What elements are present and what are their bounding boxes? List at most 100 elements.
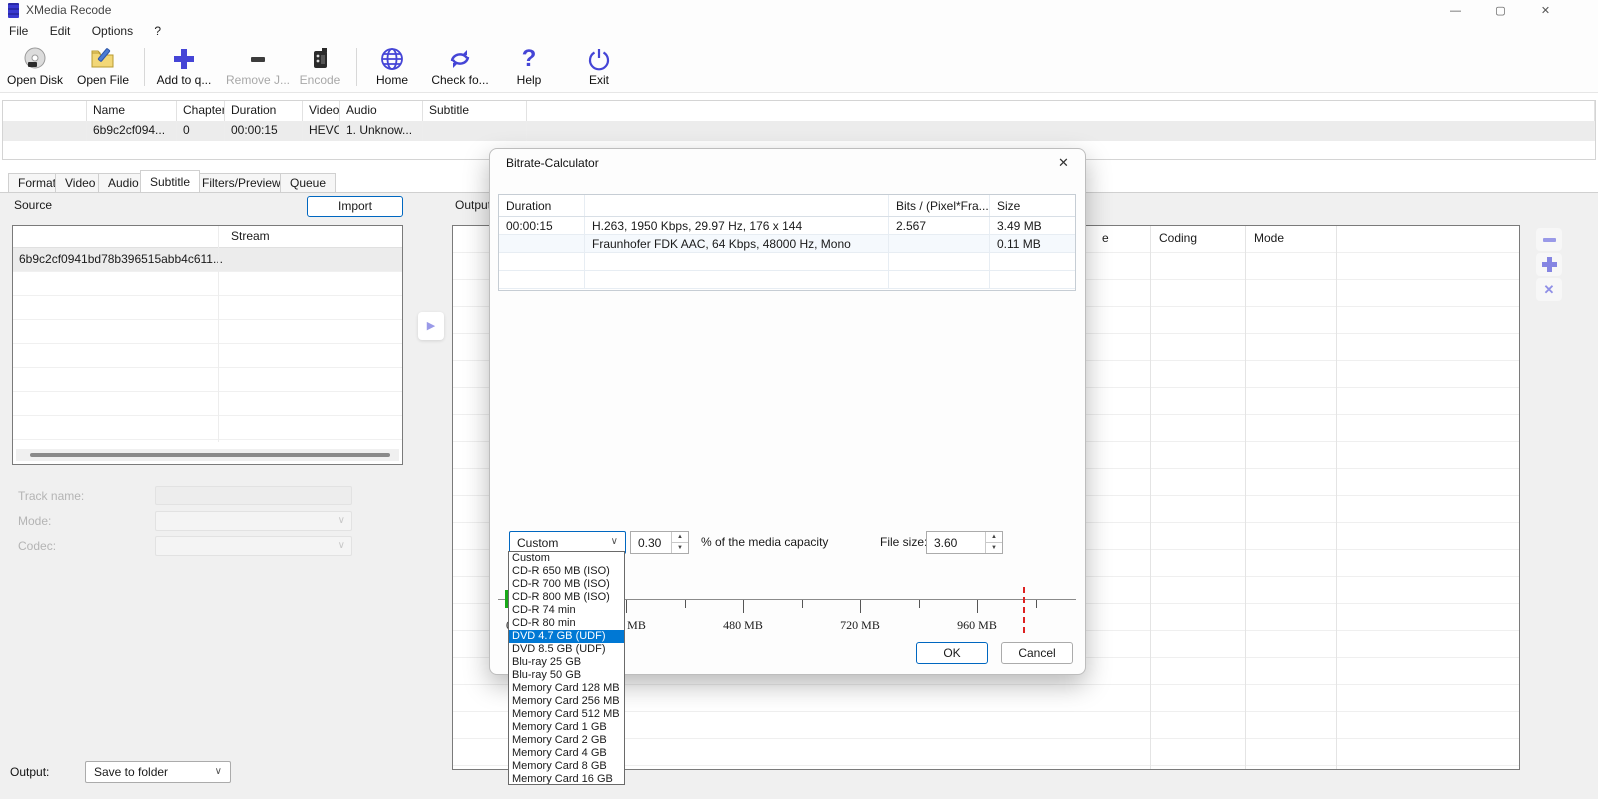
tab-queue[interactable]: Queue (280, 173, 336, 192)
audio-stream-row: Fraunhofer FDK AAC, 64 Kbps, 48000 Hz, M… (499, 235, 1075, 253)
percent-spinner[interactable]: 0.30 ▲ ▼ (630, 531, 689, 554)
mode-label: Mode: (18, 514, 51, 528)
minus-icon (1543, 238, 1556, 242)
home-button[interactable]: Home (368, 45, 416, 91)
job-row[interactable]: 6b9c2cf094... 0 00:00:15 HEVC... 1. Unkn… (3, 121, 1595, 141)
scrollbar-thumb[interactable] (30, 453, 390, 457)
option-cdr-74min[interactable]: CD-R 74 min (509, 604, 624, 617)
add-to-queue-button[interactable]: Add to q... (150, 45, 218, 91)
option-mc-8gb[interactable]: Memory Card 8 GB (509, 760, 624, 773)
open-file-button[interactable]: Open File (72, 45, 134, 91)
open-disk-button[interactable]: Open Disk (4, 45, 66, 91)
toolbar-separator (144, 48, 145, 86)
horizontal-scrollbar[interactable] (16, 449, 399, 461)
option-dvd-47[interactable]: DVD 4.7 GB (UDF) (509, 630, 624, 643)
cell-name: 6b9c2cf094... (87, 121, 177, 141)
option-cdr-650[interactable]: CD-R 650 MB (ISO) (509, 565, 624, 578)
stream-row[interactable]: 6b9c2cf0941bd78b396515abb4c611... (13, 248, 402, 272)
check-updates-button[interactable]: Check fo... (424, 45, 496, 91)
track-name-label: Track name: (18, 489, 84, 503)
column-duration[interactable]: Duration (225, 101, 303, 121)
option-custom[interactable]: Custom (509, 552, 624, 565)
tab-subtitle[interactable]: Subtitle (140, 170, 200, 192)
plus-icon (150, 45, 218, 73)
column-subtitle[interactable]: Subtitle (423, 101, 527, 121)
cell-chapters: 0 (177, 121, 225, 141)
column-blank (3, 101, 87, 121)
option-mc-128[interactable]: Memory Card 128 MB (509, 682, 624, 695)
dialog-close-icon[interactable]: ✕ (1058, 155, 1069, 171)
maximize-icon[interactable]: ▢ (1478, 0, 1523, 22)
add-stream-side-button[interactable] (1536, 253, 1562, 276)
column-language-partial[interactable]: e (1102, 231, 1109, 245)
option-mc-256[interactable]: Memory Card 256 MB (509, 695, 624, 708)
window-title: XMedia Recode (26, 3, 111, 17)
option-cdr-700[interactable]: CD-R 700 MB (ISO) (509, 578, 624, 591)
save-mode-value: Save to folder (94, 765, 168, 779)
import-button[interactable]: Import (307, 196, 403, 217)
source-table-header: Stream (13, 226, 402, 248)
spin-up-icon[interactable]: ▲ (672, 532, 688, 543)
minus-icon (222, 45, 294, 73)
media-capacity-dropdown: Custom CD-R 650 MB (ISO) CD-R 700 MB (IS… (508, 551, 625, 785)
spin-down-icon[interactable]: ▼ (986, 543, 1002, 553)
toolbar-separator (356, 48, 357, 86)
cancel-button[interactable]: Cancel (1001, 642, 1073, 664)
ok-button[interactable]: OK (916, 642, 988, 664)
file-size-spinner[interactable]: 3.60 ▲ ▼ (926, 531, 1003, 554)
output-destination-label: Output: (10, 765, 49, 779)
help-button[interactable]: ? Help (508, 45, 550, 91)
chevron-down-icon: ∨ (338, 515, 345, 526)
question-mark-icon: ? (508, 45, 550, 73)
save-mode-select[interactable]: Save to folder ∨ (85, 761, 231, 783)
column-chapters[interactable]: Chapters (177, 101, 225, 121)
column-name[interactable]: Name (87, 101, 177, 121)
column-divider (218, 226, 219, 442)
output-panel-label: Output (455, 198, 491, 212)
add-stream-button[interactable]: ▶ (418, 312, 444, 340)
option-bluray-25[interactable]: Blu-ray 25 GB (509, 656, 624, 669)
spin-up-icon[interactable]: ▲ (986, 532, 1002, 543)
clear-streams-button[interactable]: ✕ (1536, 278, 1562, 301)
option-mc-4gb[interactable]: Memory Card 4 GB (509, 747, 624, 760)
tick-label-480: 480 MB (723, 618, 763, 633)
option-mc-512[interactable]: Memory Card 512 MB (509, 708, 624, 721)
menu-file[interactable]: File (0, 22, 37, 40)
stream-info-header: Duration Bits / (Pixel*Fra... Size (499, 195, 1075, 217)
column-mode[interactable]: Mode (1254, 231, 1284, 245)
minimize-icon[interactable]: — (1433, 0, 1478, 22)
file-size-label: File size: (880, 535, 927, 549)
power-icon (578, 45, 620, 73)
column-video[interactable]: Video (303, 101, 340, 121)
cell-duration: 00:00:15 (225, 121, 303, 141)
menu-edit[interactable]: Edit (41, 22, 80, 40)
option-cdr-80min[interactable]: CD-R 80 min (509, 617, 624, 630)
stream-info-table: Duration Bits / (Pixel*Fra... Size 00:00… (498, 194, 1076, 291)
column-coding[interactable]: Coding (1159, 231, 1197, 245)
percent-caption: % of the media capacity (701, 535, 828, 549)
close-icon[interactable]: ✕ (1523, 0, 1568, 22)
codec-label: Codec: (18, 539, 56, 553)
dialog-title: Bitrate-Calculator (506, 156, 599, 170)
column-audio[interactable]: Audio (340, 101, 423, 121)
tick-label-720: 720 MB (840, 618, 880, 633)
menu-help[interactable]: ? (145, 22, 170, 40)
option-mc-1gb[interactable]: Memory Card 1 GB (509, 721, 624, 734)
option-bluray-50[interactable]: Blu-ray 50 GB (509, 669, 624, 682)
cell-audio: 1. Unknow... (340, 121, 423, 141)
option-dvd-85[interactable]: DVD 8.5 GB (UDF) (509, 643, 624, 656)
option-mc-2gb[interactable]: Memory Card 2 GB (509, 734, 624, 747)
option-cdr-800[interactable]: CD-R 800 MB (ISO) (509, 591, 624, 604)
job-list-header: Name Chapters Duration Video Audio Subti… (3, 101, 1595, 121)
remove-stream-button[interactable] (1536, 228, 1562, 251)
cell-video: HEVC... (303, 121, 340, 141)
menu-options[interactable]: Options (83, 22, 142, 40)
stream-column-header[interactable]: Stream (231, 229, 270, 243)
tab-filters-preview[interactable]: Filters/Preview (192, 173, 291, 192)
film-canister-icon (294, 45, 346, 73)
spin-down-icon[interactable]: ▼ (672, 543, 688, 553)
encode-button: Encode (294, 45, 346, 91)
exit-button[interactable]: Exit (578, 45, 620, 91)
title-bar: XMedia Recode — ▢ ✕ (0, 0, 1598, 22)
option-mc-16gb[interactable]: Memory Card 16 GB (509, 773, 624, 785)
